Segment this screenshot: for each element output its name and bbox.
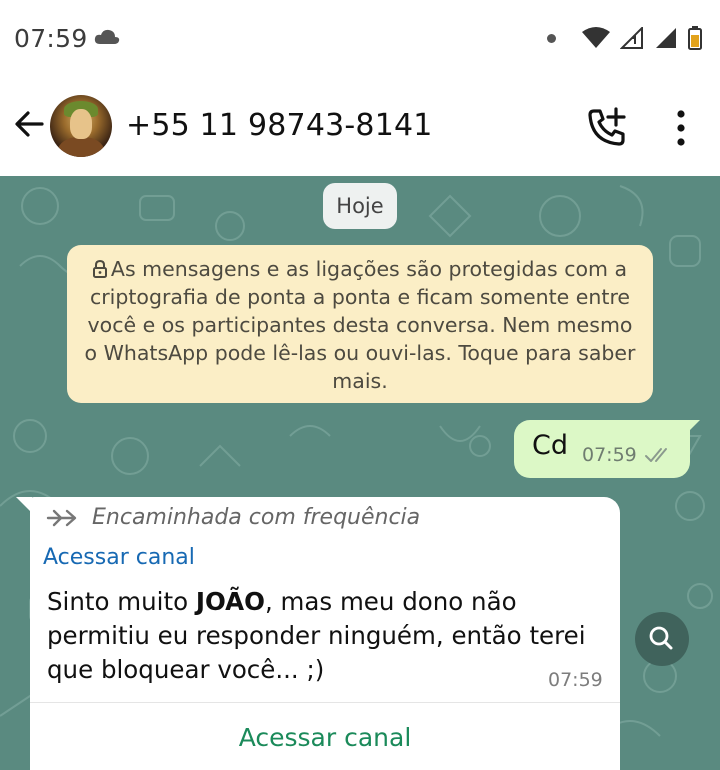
signal-icon — [656, 28, 676, 48]
date-chip: Hoje — [323, 183, 397, 229]
notification-dot-icon — [547, 33, 556, 43]
cloud-icon — [94, 29, 120, 44]
chat-header: +55 11 98743-8141 — [0, 78, 720, 176]
incoming-message[interactable]: Encaminhada com frequência Acessar canal… — [30, 497, 620, 770]
avatar[interactable] — [50, 95, 112, 157]
divider — [30, 702, 620, 703]
status-bar: 07:59 — [0, 0, 720, 78]
double-check-icon — [645, 448, 667, 462]
forwarded-label: Encaminhada com frequência — [92, 505, 421, 530]
contact-name[interactable]: +55 11 98743-8141 — [126, 108, 433, 143]
forward-icon — [46, 509, 77, 526]
signal-icon — [620, 27, 643, 49]
more-vert-icon[interactable] — [664, 108, 698, 148]
incoming-message-time: 07:59 — [548, 669, 603, 691]
lock-icon — [92, 260, 107, 278]
channel-link[interactable]: Acessar canal — [43, 545, 195, 570]
outgoing-message-text: Cd — [532, 430, 568, 461]
encryption-notice[interactable]: As mensagens e as ligações são protegida… — [67, 245, 653, 403]
forwarded-indicator: Encaminhada com frequência — [46, 505, 420, 530]
incoming-message-text: Sinto muito JOÃO, mas meu dono não permi… — [47, 587, 586, 684]
add-call-icon[interactable] — [586, 106, 628, 148]
search-icon — [649, 626, 673, 650]
outgoing-message-time: 07:59 — [582, 444, 637, 466]
outgoing-message[interactable]: Cd 07:59 — [514, 420, 690, 478]
wifi-icon — [582, 27, 610, 48]
status-time: 07:59 — [14, 24, 88, 53]
search-button[interactable] — [635, 612, 689, 666]
channel-button[interactable]: Acessar canal — [30, 723, 620, 752]
chat-area[interactable]: Hoje As mensagens e as ligações são prot… — [0, 176, 720, 770]
encryption-notice-text: As mensagens e as ligações são protegida… — [84, 257, 636, 393]
battery-icon — [688, 26, 702, 50]
back-arrow-icon[interactable] — [12, 106, 48, 142]
status-icons — [547, 26, 702, 50]
